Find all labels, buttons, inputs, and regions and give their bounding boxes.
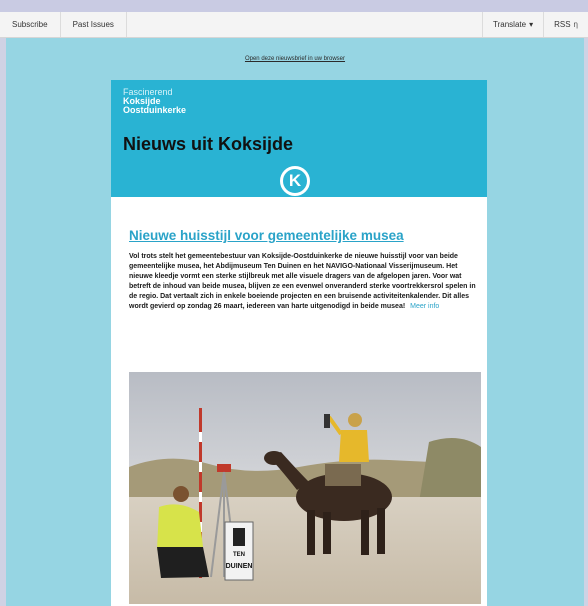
rss-icon: ƞ bbox=[573, 20, 578, 29]
k-logo-icon: K bbox=[280, 166, 310, 196]
brand-logo: Fascinerend Koksijde Oostduinkerke bbox=[123, 88, 186, 115]
archive-toolbar: Subscribe Past Issues Translate ▾ RSS ƞ bbox=[0, 12, 588, 38]
beach-photo-illustration: TEN DUINEN bbox=[129, 372, 481, 604]
past-issues-link[interactable]: Past Issues bbox=[61, 12, 127, 37]
open-in-browser-link[interactable]: Open deze nieuwsbrief in uw browser bbox=[6, 56, 584, 62]
rss-label: RSS bbox=[554, 20, 571, 29]
rss-link[interactable]: RSS ƞ bbox=[543, 12, 588, 37]
newsletter-canvas: Open deze nieuwsbrief in uw browser Fasc… bbox=[6, 38, 584, 606]
article-photo: TEN DUINEN bbox=[129, 372, 481, 604]
dune-right bbox=[419, 438, 481, 502]
subscribe-link[interactable]: Subscribe bbox=[0, 12, 61, 37]
window-top-band bbox=[0, 0, 588, 12]
translate-label: Translate bbox=[493, 20, 527, 29]
newsletter-title: Nieuws uit Koksijde bbox=[123, 134, 294, 154]
newsletter-header: Fascinerend Koksijde Oostduinkerke Nieuw… bbox=[111, 80, 487, 197]
svg-text:TEN: TEN bbox=[233, 552, 245, 558]
svg-text:DUINEN: DUINEN bbox=[226, 563, 253, 570]
more-info-link[interactable]: Meer info bbox=[410, 303, 439, 310]
ten-duinen-sign: TEN DUINEN bbox=[224, 521, 254, 581]
article-body-text: Vol trots stelt het gemeentebestuur van … bbox=[129, 253, 476, 310]
chevron-down-icon: ▾ bbox=[529, 20, 534, 29]
brand-logo-line3: Oostduinkerke bbox=[123, 105, 187, 115]
article-title-link[interactable]: Nieuwe huisstijl voor gemeentelijke muse… bbox=[129, 228, 479, 243]
newsletter-body: Fascinerend Koksijde Oostduinkerke Nieuw… bbox=[111, 80, 487, 606]
translate-dropdown[interactable]: Translate ▾ bbox=[482, 12, 543, 37]
article-body: Vol trots stelt het gemeentebestuur van … bbox=[129, 252, 481, 312]
